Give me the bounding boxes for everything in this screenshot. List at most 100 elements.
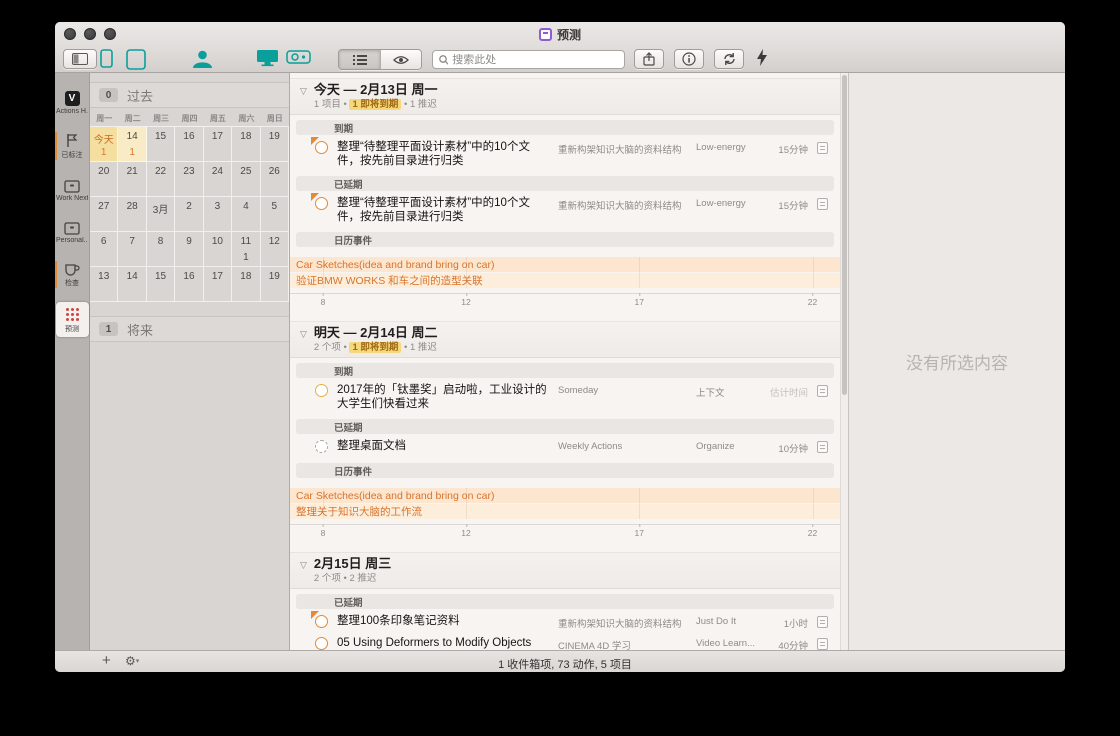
calendar-day-number: 24 (211, 166, 223, 177)
calendar-day-cell[interactable]: 今天 1 (90, 127, 119, 162)
task-context: Low-energy (696, 198, 746, 209)
calendar-day-cell[interactable]: 23 (175, 162, 204, 197)
task-status-circle-icon[interactable] (315, 637, 328, 650)
forecast-day-header[interactable]: ▽ 明天 — 2月14日 周二 2 个项 • 1 即将到期 • 1 推迟 (290, 321, 840, 358)
calendar-day-cell[interactable]: 11 1 (232, 232, 261, 267)
task-project: 重新构架知识大脑的资料结构 (558, 619, 682, 630)
gear-menu-button[interactable]: ⚙▾ (125, 654, 139, 668)
sidebar-item-work-next[interactable]: Work Next (56, 174, 89, 205)
sidebar-item-forecast[interactable]: 预测 (55, 302, 89, 337)
disclosure-triangle-icon[interactable]: ▽ (300, 86, 307, 110)
calendar-event-row[interactable]: Car Sketches(idea and brand bring on car… (290, 488, 840, 503)
day-body: 到期 2017年的「钛墨奖」启动啦，工业设计的大学生们快看过来 Someday … (290, 363, 840, 542)
scrollbar-thumb[interactable] (842, 75, 847, 395)
vertical-scrollbar[interactable] (840, 73, 848, 650)
inspector-info-button[interactable] (674, 49, 704, 69)
forecast-day-header[interactable]: ▽ 今天 — 2月13日 周一 1 项目 • 1 即将到期 • 1 推迟 (290, 78, 840, 115)
calendar-day-cell[interactable]: 15 (146, 267, 176, 302)
task-row[interactable]: 整理桌面文档 Weekly Actions Organize 10分钟 (296, 436, 834, 458)
task-status-circle-icon[interactable] (311, 137, 328, 154)
past-group-header[interactable]: 0 过去 (90, 82, 289, 108)
calendar-day-cell[interactable]: 18 (232, 267, 261, 302)
minimize-button[interactable] (84, 28, 96, 40)
view-options-button[interactable] (339, 50, 380, 69)
calendar-day-cell[interactable]: 16 (175, 267, 204, 302)
calendar-day-cell[interactable]: 28 (118, 197, 147, 232)
search-input[interactable] (452, 53, 618, 66)
projector-device-button[interactable] (286, 49, 311, 65)
task-row[interactable]: 05 Using Deformers to Modify Objects CIN… (296, 633, 834, 650)
task-status-circle-icon[interactable] (315, 384, 328, 397)
sidebar-toggle-button[interactable] (63, 49, 97, 69)
calendar-day-cell[interactable]: 14 (118, 267, 147, 302)
note-icon[interactable] (817, 441, 828, 453)
contacts-button[interactable] (191, 49, 214, 69)
calendar-day-cell[interactable]: 18 (232, 127, 261, 162)
task-row[interactable]: 2017年的「钛墨奖」启动啦，工业设计的大学生们快看过来 Someday 上下文… (296, 380, 834, 414)
forecast-outline[interactable]: ▽ 今天 — 2月13日 周一 1 项目 • 1 即将到期 • 1 推迟 到期 … (290, 73, 840, 650)
calendar-day-cell[interactable]: 5 (260, 197, 289, 232)
calendar-day-cell[interactable]: 17 (203, 267, 233, 302)
calendar-day-cell[interactable]: 20 (90, 162, 119, 197)
calendar-event-row[interactable]: Car Sketches(idea and brand bring on car… (290, 257, 840, 272)
calendar-day-cell[interactable]: 19 (260, 127, 289, 162)
calendar-day-cell[interactable]: 9 (175, 232, 204, 267)
calendar-day-cell[interactable]: 25 (232, 162, 261, 197)
task-row[interactable]: 整理100条印象笔记资料 重新构架知识大脑的资料结构 Just Do It 1小… (296, 611, 834, 633)
tablet-device-button[interactable] (126, 49, 146, 70)
calendar-day-cell[interactable]: 10 (203, 232, 233, 267)
calendar-day-cell[interactable]: 2 (175, 197, 204, 232)
quick-entry-button[interactable] (756, 49, 768, 66)
disclosure-triangle-icon[interactable]: ▽ (300, 560, 307, 584)
display-device-button[interactable] (256, 49, 279, 67)
calendar-day-cell[interactable]: 13 (90, 267, 119, 302)
share-button[interactable] (634, 49, 664, 69)
add-button[interactable]: + (102, 652, 111, 669)
calendar-day-cell[interactable]: 15 (146, 127, 176, 162)
calendar-day-cell[interactable]: 22 (146, 162, 176, 197)
sidebar-item-flagged[interactable]: 已标注 (55, 129, 89, 163)
calendar-day-cell[interactable]: 7 (118, 232, 147, 267)
calendar-day-cell[interactable]: 4 (232, 197, 261, 232)
calendar-day-cell[interactable]: 12 (260, 232, 289, 267)
calendar-event-row[interactable]: 验证BMW WORKS 和车之间的造型关联 (290, 273, 840, 288)
sync-button[interactable] (714, 49, 744, 69)
titlebar[interactable]: 预测 (55, 22, 1065, 46)
calendar-day-cell[interactable]: 24 (203, 162, 233, 197)
calendar-day-cell[interactable]: 14 1 (118, 127, 147, 162)
disclosure-triangle-icon[interactable]: ▽ (300, 329, 307, 353)
calendar-day-cell[interactable]: 16 (175, 127, 204, 162)
calendar-day-cell[interactable]: 6 (90, 232, 119, 267)
calendar-day-cell[interactable]: 26 (260, 162, 289, 197)
note-icon[interactable] (817, 638, 828, 650)
calendar-day-cell[interactable]: 21 (118, 162, 147, 197)
calendar-event-row[interactable]: 整理关于知识大脑的工作流 (290, 504, 840, 519)
calendar-day-cell[interactable]: 3月 (146, 197, 176, 232)
calendar-day-cell[interactable]: 8 (146, 232, 176, 267)
hour-tick-label: 22 (807, 524, 818, 538)
focus-button[interactable] (380, 50, 421, 69)
note-icon[interactable] (817, 142, 828, 154)
sidebar-item-review[interactable]: 检查 (55, 258, 89, 291)
note-icon[interactable] (817, 616, 828, 628)
task-status-circle-icon[interactable] (311, 611, 328, 628)
zoom-button[interactable] (104, 28, 116, 40)
calendar-day-cell[interactable]: 3 (203, 197, 233, 232)
task-row[interactable]: 整理“待整理平面设计素材”中的10个文件，按先前目录进行归类 重新构架知识大脑的… (296, 137, 834, 171)
forecast-day-header[interactable]: ▽ 2月15日 周三 2 个项 • 2 推迟 (290, 552, 840, 589)
calendar-day-cell[interactable]: 27 (90, 197, 119, 232)
future-group-header[interactable]: 1 将来 (90, 316, 289, 342)
calendar-day-cell[interactable]: 19 (260, 267, 289, 302)
note-icon[interactable] (817, 198, 828, 210)
search-field[interactable] (432, 50, 625, 69)
sidebar-item-personal[interactable]: Personal... (56, 216, 89, 247)
task-row[interactable]: 整理“待整理平面设计素材”中的10个文件，按先前目录进行归类 重新构架知识大脑的… (296, 193, 834, 227)
close-button[interactable] (64, 28, 76, 40)
note-icon[interactable] (817, 385, 828, 397)
sidebar-item-actions-history[interactable]: Actions H... (56, 87, 89, 118)
task-status-circle-icon[interactable] (311, 193, 328, 210)
weekday-label: 周日 (266, 113, 283, 123)
task-status-circle-icon[interactable] (315, 440, 328, 453)
calendar-day-cell[interactable]: 17 (203, 127, 233, 162)
phone-device-button[interactable] (100, 49, 113, 68)
